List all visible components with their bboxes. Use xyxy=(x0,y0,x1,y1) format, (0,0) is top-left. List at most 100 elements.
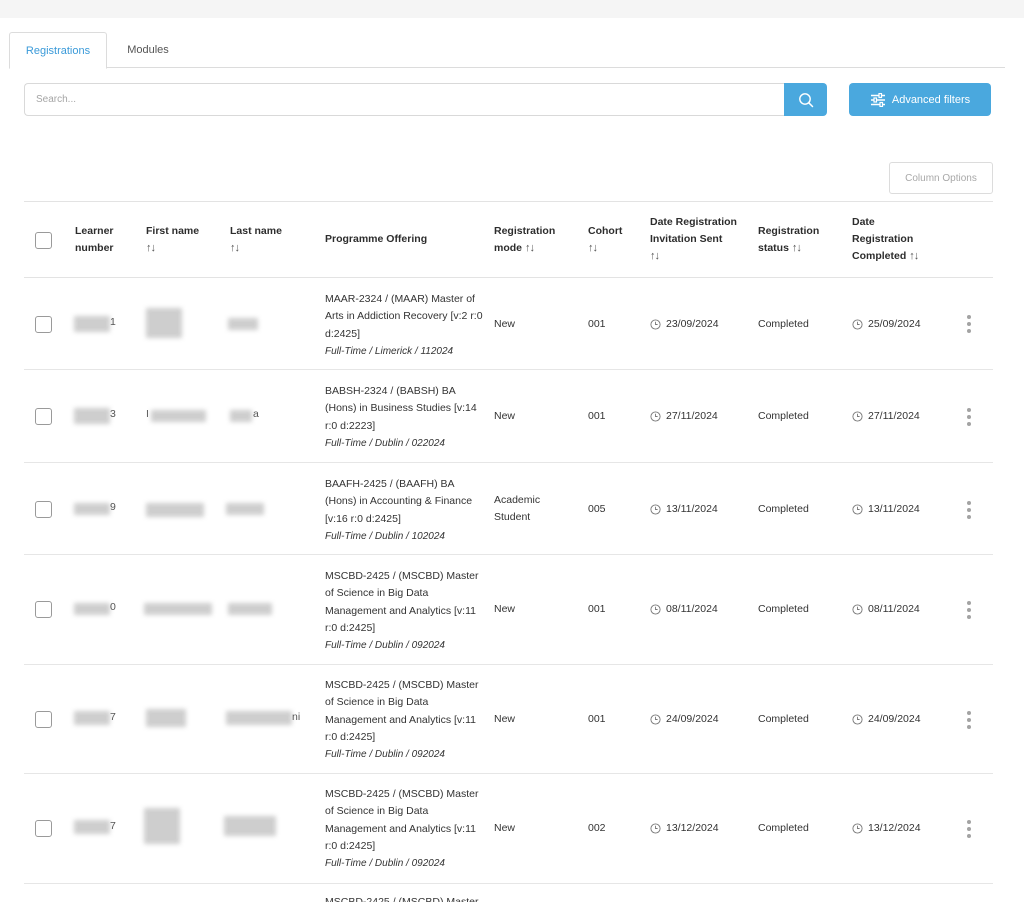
cohort: 001 xyxy=(588,410,606,422)
tab-registrations[interactable]: Registrations xyxy=(9,32,107,69)
registration-status: Completed xyxy=(758,318,809,330)
redacted-learner-number xyxy=(74,820,110,834)
row-actions-menu[interactable] xyxy=(965,711,973,729)
redacted-last-name xyxy=(226,503,264,515)
redacted-last-name xyxy=(226,711,292,725)
learner-number-fragment: 7 xyxy=(110,711,116,723)
programme-detail: Full-Time / Limerick / 112024 xyxy=(325,345,454,357)
programme-detail: Full-Time / Dublin / 092024 xyxy=(325,640,445,652)
header-cohort-label: Cohort xyxy=(588,225,623,237)
header-registration-completed[interactable]: Date Registration Completed ↑↓ xyxy=(852,214,930,265)
table-row[interactable]: 7 ni MSCBD-2425 / (MSCBD) Master of Scie… xyxy=(24,665,993,774)
learner-number-fragment: 3 xyxy=(110,408,116,420)
redacted-first-name xyxy=(146,709,186,727)
row-checkbox[interactable] xyxy=(35,316,52,333)
sort-icon[interactable]: ↑↓ xyxy=(146,240,216,257)
completed-date: 08/11/2024 xyxy=(852,601,920,618)
sort-icon[interactable]: ↑↓ xyxy=(650,248,742,265)
programme-offering: MAAR-2324 / (MAAR) Master of Arts in Add… xyxy=(325,291,483,360)
table-row[interactable]: 9 BAAFH-2425 / (BAAFH) BA (Hons) in Acco… xyxy=(24,463,993,555)
redacted-last-name xyxy=(228,603,272,615)
row-checkbox[interactable] xyxy=(35,601,52,618)
completed-value: 25/09/2024 xyxy=(868,318,921,330)
programme-offering: MSCBD-2425 / (MSCBD) Master of Science i… xyxy=(325,677,483,763)
advanced-filters-label: Advanced filters xyxy=(891,93,971,106)
search-button[interactable] xyxy=(784,83,827,116)
programme-offering: MSCBD-2425 / (MSCBD) Master of Science i… xyxy=(325,568,483,654)
programme-offering: BABSH-2324 / (BABSH) BA (Hons) in Busine… xyxy=(325,383,483,452)
redacted-learner-number xyxy=(74,603,110,615)
header-first-name[interactable]: First name ↑↓ xyxy=(146,223,216,257)
row-actions-menu[interactable] xyxy=(965,315,973,333)
registration-mode: New xyxy=(494,713,516,725)
registration-mode: New xyxy=(494,822,516,834)
registration-status: Completed xyxy=(758,713,809,725)
table-row[interactable]: 0 MSCBD-2425 / (MSCBD) Master of Science… xyxy=(24,555,993,665)
header-invitation-sent[interactable]: Date Registration Invitation Sent ↑↓ xyxy=(650,214,742,265)
programme-title: MSCBD-2425 / (MSCBD) Master xyxy=(325,896,479,902)
registration-mode: New xyxy=(494,603,516,615)
search-input[interactable] xyxy=(24,83,784,116)
sort-icon[interactable]: ↑↓ xyxy=(588,240,638,257)
column-options-button[interactable]: Column Options xyxy=(889,162,993,194)
invitation-sent-value: 27/11/2024 xyxy=(666,410,718,422)
select-all-checkbox[interactable] xyxy=(35,232,52,249)
sort-icon[interactable]: ↑↓ xyxy=(909,250,919,262)
registration-mode: New xyxy=(494,318,516,330)
header-first-name-label: First name xyxy=(146,225,200,237)
table-row[interactable]: MSCBD-2425 / (MSCBD) Master xyxy=(24,884,993,902)
sort-icon[interactable]: ↑↓ xyxy=(525,242,535,254)
programme-offering: BAAFH-2425 / (BAAFH) BA (Hons) in Accoun… xyxy=(325,476,483,545)
invitation-sent-value: 24/09/2024 xyxy=(666,713,719,725)
clock-icon xyxy=(852,411,863,422)
registration-status: Completed xyxy=(758,503,809,515)
header-cohort[interactable]: Cohort ↑↓ xyxy=(588,223,638,257)
redacted-first-name xyxy=(144,603,212,615)
programme-title: MSCBD-2425 / (MSCBD) Master of Science i… xyxy=(325,570,479,634)
row-actions-menu[interactable] xyxy=(965,408,973,426)
header-last-name[interactable]: Last name ↑↓ xyxy=(230,223,300,257)
row-checkbox[interactable] xyxy=(35,711,52,728)
learner-number-fragment: 1 xyxy=(110,316,116,328)
clock-icon xyxy=(852,504,863,515)
header-registration-mode[interactable]: Registration mode ↑↓ xyxy=(494,223,564,257)
row-checkbox[interactable] xyxy=(35,408,52,425)
sort-icon[interactable]: ↑↓ xyxy=(230,240,300,257)
programme-title: MSCBD-2425 / (MSCBD) Master of Science i… xyxy=(325,679,479,743)
invitation-sent-value: 13/11/2024 xyxy=(666,503,718,515)
completed-date: 13/12/2024 xyxy=(852,820,921,837)
clock-icon xyxy=(852,604,863,615)
clock-icon xyxy=(650,411,661,422)
row-actions-menu[interactable] xyxy=(965,501,973,519)
table-row[interactable]: 7 MSCBD-2425 / (MSCBD) Master of Science… xyxy=(24,774,993,884)
clock-icon xyxy=(650,504,661,515)
advanced-filters-button[interactable]: Advanced filters xyxy=(849,83,991,116)
learner-number-fragment: 9 xyxy=(110,501,116,513)
row-checkbox[interactable] xyxy=(35,820,52,837)
tab-modules[interactable]: Modules xyxy=(113,32,183,68)
cohort: 002 xyxy=(588,822,606,834)
header-programme-offering[interactable]: Programme Offering xyxy=(325,231,455,248)
header-last-name-label: Last name xyxy=(230,225,282,237)
redacted-last-name xyxy=(224,816,276,836)
redacted-first-name xyxy=(151,410,206,422)
last-name-fragment: ni xyxy=(292,711,301,723)
redacted-first-name xyxy=(144,808,180,844)
sort-icon[interactable]: ↑↓ xyxy=(792,242,802,254)
header-registration-status[interactable]: Registration status ↑↓ xyxy=(758,223,830,257)
programme-title: MSCBD-2425 / (MSCBD) Master of Science i… xyxy=(325,788,479,852)
clock-icon xyxy=(650,319,661,330)
row-checkbox[interactable] xyxy=(35,501,52,518)
redacted-learner-number xyxy=(74,711,110,725)
programme-offering: MSCBD-2425 / (MSCBD) Master of Science i… xyxy=(325,786,483,872)
row-actions-menu[interactable] xyxy=(965,601,973,619)
registration-status: Completed xyxy=(758,822,809,834)
table-row[interactable]: 3 I a BABSH-2324 / (BABSH) BA (Hons) in … xyxy=(24,370,993,463)
completed-value: 24/09/2024 xyxy=(868,713,921,725)
registration-mode: Academic Student xyxy=(494,494,541,523)
clock-icon xyxy=(650,714,661,725)
header-learner-number[interactable]: Learner number xyxy=(75,223,125,257)
row-actions-menu[interactable] xyxy=(965,820,973,838)
programme-detail: Full-Time / Dublin / 092024 xyxy=(325,858,445,870)
table-row[interactable]: 1 MAAR-2324 / (MAAR) Master of Arts in A… xyxy=(24,278,993,370)
